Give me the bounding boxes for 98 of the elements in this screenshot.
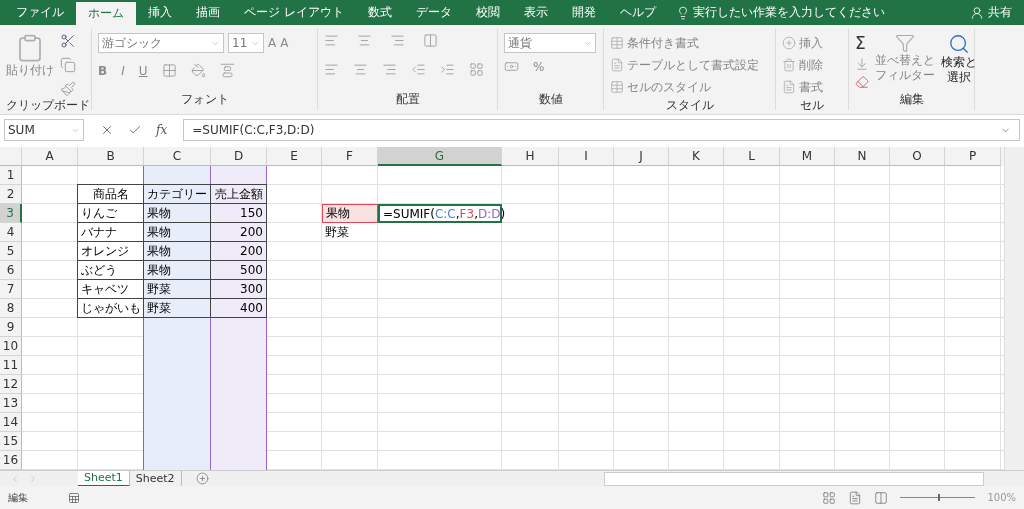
add-sheet-icon[interactable]: [195, 472, 209, 485]
column-header[interactable]: F: [322, 147, 378, 166]
scroll-right-icon[interactable]: [28, 473, 38, 484]
row-header[interactable]: 8: [0, 299, 22, 318]
table-cell: じゃがいも: [77, 298, 144, 318]
row-header[interactable]: 6: [0, 261, 22, 280]
align-left-icon[interactable]: [324, 62, 339, 77]
borders-icon[interactable]: [161, 63, 177, 78]
ribbon-tab[interactable]: ヘルプ: [607, 0, 668, 25]
row-header[interactable]: 15: [0, 432, 22, 451]
column-header[interactable]: H: [502, 147, 559, 166]
column-header[interactable]: B: [78, 147, 144, 166]
ribbon-tab[interactable]: 挿入: [136, 0, 184, 25]
column-header[interactable]: K: [669, 147, 724, 166]
column-header[interactable]: M: [780, 147, 835, 166]
ribbon-tab[interactable]: 数式: [355, 0, 404, 25]
table-header-cell: 商品名: [77, 184, 144, 204]
row-header[interactable]: 10: [0, 337, 22, 356]
number-format-field[interactable]: 通貨: [504, 33, 596, 53]
tell-me-search[interactable]: 実行したい作業を入力してください: [692, 4, 885, 21]
ribbon-tab[interactable]: 校閲: [463, 0, 512, 25]
ribbon-tab[interactable]: 開発: [559, 0, 608, 25]
row-header[interactable]: 2: [0, 185, 22, 204]
align-right-icon[interactable]: [382, 62, 397, 77]
page-layout-icon[interactable]: [848, 490, 863, 505]
ribbon-tab[interactable]: 描画: [184, 0, 232, 25]
indent-icon[interactable]: [440, 62, 455, 77]
scroll-left-icon[interactable]: [10, 473, 20, 484]
table-header-cell: 売上金額: [210, 184, 267, 204]
group-label: フォント: [179, 91, 230, 108]
copy-icon[interactable]: [60, 57, 76, 73]
row-header[interactable]: 16: [0, 451, 22, 470]
row-header[interactable]: 4: [0, 223, 22, 242]
align-top-icon[interactable]: [324, 33, 339, 48]
row-header[interactable]: 14: [0, 413, 22, 432]
eraser-icon[interactable]: [855, 75, 869, 89]
column-header[interactable]: G: [378, 147, 502, 166]
formula-field[interactable]: =SUMIF(C:C,F3,D:D): [183, 119, 1020, 141]
group-label: スタイル: [664, 97, 715, 114]
share-button[interactable]: 共有: [988, 4, 1012, 21]
column-header[interactable]: L: [724, 147, 780, 166]
autosum-button[interactable]: Σ: [855, 33, 869, 53]
vertical-scrollbar[interactable]: [1004, 147, 1024, 470]
normal-view-icon[interactable]: [822, 490, 837, 505]
row-header[interactable]: 11: [0, 356, 22, 375]
group-label: セル: [799, 97, 825, 114]
group-label: 配置: [394, 91, 421, 108]
column-header[interactable]: P: [945, 147, 1001, 166]
align-center-icon[interactable]: [353, 62, 368, 77]
scissors-icon[interactable]: [60, 33, 76, 49]
font-name-field[interactable]: 游ゴシック: [98, 33, 224, 53]
row-header[interactable]: 5: [0, 242, 22, 261]
table-cell: 野菜: [322, 223, 378, 242]
column-header[interactable]: A: [22, 147, 78, 166]
name-box[interactable]: SUM: [4, 119, 84, 141]
currency-icon[interactable]: [504, 59, 519, 74]
font-size-field[interactable]: 11: [228, 33, 264, 53]
ribbon-tab[interactable]: データ: [403, 0, 464, 25]
group-label: 編集: [898, 91, 925, 108]
align-middle-icon[interactable]: [357, 33, 372, 48]
ribbon-tab[interactable]: ページ レイアウト: [232, 0, 356, 25]
column-header[interactable]: J: [614, 147, 669, 166]
group-label: 数値: [537, 91, 564, 108]
column-header[interactable]: O: [890, 147, 945, 166]
column-header[interactable]: D: [211, 147, 267, 166]
column-header[interactable]: C: [144, 147, 211, 166]
ribbon-tab[interactable]: 表示: [511, 0, 560, 25]
check-icon[interactable]: [128, 123, 142, 137]
row-header[interactable]: 12: [0, 375, 22, 394]
horizontal-scrollbar[interactable]: [604, 471, 984, 486]
zoom-thumb[interactable]: [937, 494, 940, 501]
row-header[interactable]: 13: [0, 394, 22, 413]
outdent-icon[interactable]: [411, 62, 426, 77]
close-icon[interactable]: [100, 123, 114, 137]
paintbrush-icon[interactable]: [60, 81, 76, 97]
page-break-icon[interactable]: [874, 490, 889, 505]
status-mode: 編集: [8, 490, 28, 505]
insert-function-button[interactable]: fx: [156, 123, 168, 137]
ribbon-tab[interactable]: ホーム: [76, 2, 136, 25]
ribbon-tab[interactable]: ファイル: [4, 0, 76, 25]
align-bottom-icon[interactable]: [390, 33, 405, 48]
row-header[interactable]: 3: [0, 204, 22, 223]
table-cell: 400: [210, 298, 267, 318]
fill-down-icon[interactable]: [855, 57, 869, 71]
search-icon[interactable]: [948, 33, 970, 55]
column-header[interactable]: I: [559, 147, 614, 166]
row-header[interactable]: 1: [0, 166, 22, 185]
user-icon[interactable]: [970, 5, 984, 20]
sheet-tab[interactable]: Sheet1: [78, 470, 130, 487]
formula-text[interactable]: =SUMIF(C:C,F3,D:D): [378, 204, 502, 223]
row-header[interactable]: 9: [0, 318, 22, 337]
find-select-button[interactable]: 検索と 選択: [941, 33, 977, 91]
row-header[interactable]: 7: [0, 280, 22, 299]
table-cell: 果物: [322, 204, 378, 223]
column-header[interactable]: E: [267, 147, 322, 166]
fill-color-icon[interactable]: [190, 63, 206, 78]
column-header[interactable]: N: [835, 147, 890, 166]
select-all-button[interactable]: [0, 147, 22, 166]
